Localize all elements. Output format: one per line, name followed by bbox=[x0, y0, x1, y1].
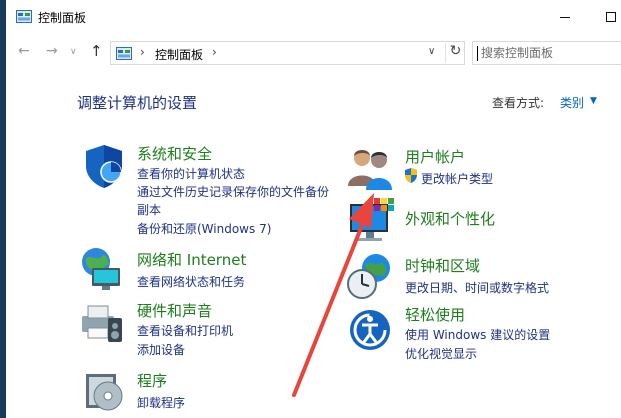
link-use-windows-recommended-settings[interactable]: 使用 Windows 建议的设置 bbox=[405, 326, 550, 343]
category-clock-region-title[interactable]: 时钟和区域 bbox=[405, 255, 480, 276]
link-backup-restore[interactable]: 备份和还原(Windows 7) bbox=[137, 220, 271, 237]
link-change-account-type[interactable]: 更改帐户类型 bbox=[421, 170, 493, 187]
link-view-network-status[interactable]: 查看网络状态和任务 bbox=[137, 273, 245, 290]
view-by-dropdown-arrow-icon[interactable]: ▼ bbox=[590, 96, 597, 106]
link-add-device[interactable]: 添加设备 bbox=[137, 341, 185, 358]
category-hardware-sound-title[interactable]: 硬件和声音 bbox=[137, 300, 212, 321]
programs-disc-icon[interactable] bbox=[80, 366, 128, 414]
category-user-accounts-title[interactable]: 用户帐户 bbox=[405, 146, 465, 167]
clock-globe-icon[interactable] bbox=[346, 252, 394, 300]
ease-of-access-icon[interactable] bbox=[346, 306, 394, 354]
breadcrumb-separator-icon[interactable]: › bbox=[140, 45, 145, 59]
maximize-button[interactable] bbox=[588, 0, 621, 34]
window-title: 控制面板 bbox=[38, 11, 87, 25]
category-programs-title[interactable]: 程序 bbox=[137, 370, 167, 391]
category-system-security-title[interactable]: 系统和安全 bbox=[137, 143, 212, 164]
minimize-icon bbox=[560, 16, 570, 18]
link-optimize-visual-display[interactable]: 优化视觉显示 bbox=[405, 345, 477, 362]
search-input[interactable] bbox=[481, 44, 621, 62]
refresh-icon[interactable]: ↻ bbox=[445, 43, 465, 63]
text-cursor bbox=[477, 46, 478, 61]
page-title: 调整计算机的设置 bbox=[77, 94, 198, 112]
category-appearance-personalization-title[interactable]: 外观和个性化 bbox=[405, 208, 495, 229]
shield-icon[interactable] bbox=[80, 142, 128, 190]
users-icon[interactable] bbox=[346, 144, 394, 192]
control-panel-icon bbox=[116, 47, 132, 60]
search-box[interactable] bbox=[472, 41, 621, 65]
breadcrumb-separator-icon[interactable]: › bbox=[212, 45, 217, 59]
breadcrumb-control-panel[interactable]: 控制面板 bbox=[155, 46, 203, 63]
printer-speaker-icon[interactable] bbox=[78, 298, 126, 346]
link-devices-printers[interactable]: 查看设备和打印机 bbox=[137, 322, 233, 339]
back-arrow-icon[interactable]: ← bbox=[18, 43, 30, 59]
network-globe-icon[interactable] bbox=[78, 244, 126, 292]
category-network-internet-title[interactable]: 网络和 Internet bbox=[137, 249, 246, 270]
uac-shield-icon bbox=[405, 168, 417, 183]
control-panel-icon bbox=[16, 10, 32, 23]
recent-locations-chevron-icon[interactable]: ∨ bbox=[70, 47, 77, 57]
navigation-bar: ← → ∨ ↑ › 控制面板 › ∨ ↻ bbox=[6, 36, 621, 68]
link-view-computer-status[interactable]: 查看你的计算机状态 bbox=[137, 165, 245, 182]
up-arrow-icon[interactable]: ↑ bbox=[90, 42, 103, 60]
address-dropdown-icon[interactable]: ∨ bbox=[428, 46, 435, 57]
link-file-history-backup-continued[interactable]: 副本 bbox=[137, 201, 161, 218]
link-change-date-time-format[interactable]: 更改日期、时间或数字格式 bbox=[405, 279, 549, 296]
forward-arrow-icon[interactable]: → bbox=[46, 43, 58, 59]
category-ease-of-access-title[interactable]: 轻松使用 bbox=[405, 304, 465, 325]
maximize-icon bbox=[606, 12, 616, 22]
title-bar: 控制面板 bbox=[6, 0, 621, 34]
minimize-button[interactable] bbox=[542, 0, 588, 34]
view-by-label: 查看方式: bbox=[492, 96, 545, 110]
view-by-dropdown[interactable]: 类别 bbox=[560, 94, 584, 111]
link-file-history-backup[interactable]: 通过文件历史记录保存你的文件备份 bbox=[137, 183, 329, 200]
control-panel-window: 控制面板 ← → ∨ ↑ › 控制面板 › ∨ ↻ 搜索控制面板 调整计算机的设… bbox=[6, 0, 621, 418]
address-bar[interactable]: › 控制面板 › ∨ ↻ bbox=[110, 41, 465, 65]
monitor-personalize-icon[interactable] bbox=[346, 196, 394, 244]
link-uninstall-program[interactable]: 卸载程序 bbox=[137, 394, 185, 411]
